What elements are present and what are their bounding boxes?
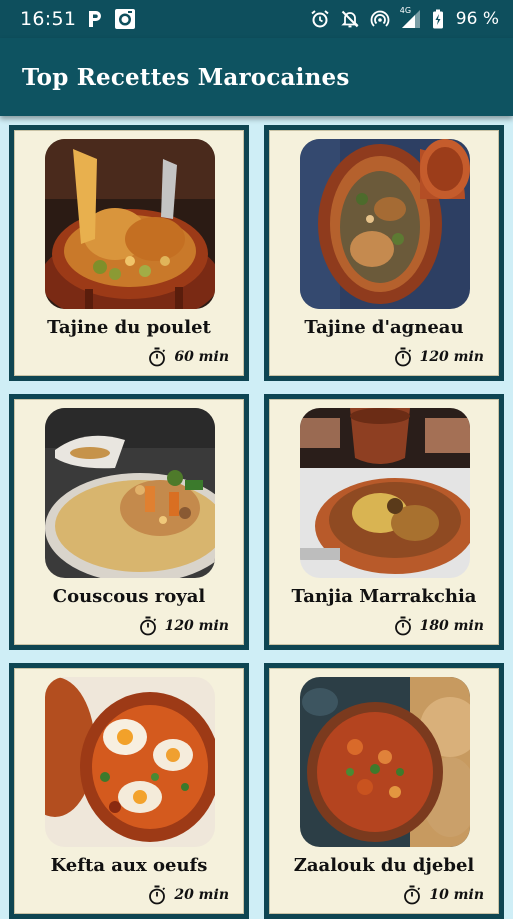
recipe-time: 180 min	[394, 616, 484, 636]
recipe-card-body: Tajine d'agneau 120 min	[269, 130, 499, 376]
recipe-card-body: Tanjia Marrakchia 180 min	[269, 399, 499, 645]
hotspot-icon	[370, 9, 390, 29]
recipe-time: 120 min	[394, 347, 484, 367]
recipe-time: 20 min	[148, 885, 229, 905]
recipe-image-zaalouk	[300, 677, 470, 847]
recipe-image-lamb-tagine	[300, 139, 470, 309]
stopwatch-icon	[148, 885, 166, 905]
recipe-card-body: Zaalouk du djebel 10 min	[269, 668, 499, 914]
stopwatch-icon	[403, 885, 421, 905]
recipe-title: Tajine du poulet	[47, 317, 211, 338]
recipe-duration: 20 min	[174, 887, 229, 903]
recipe-title: Tanjia Marrakchia	[291, 586, 477, 607]
stopwatch-icon	[394, 347, 412, 367]
parking-p-icon	[86, 9, 104, 29]
recipe-card-couscous-royal[interactable]: Couscous royal 120 min	[9, 394, 249, 650]
recipe-card-tajine-poulet[interactable]: Tajine du poulet 60 min	[9, 125, 249, 381]
battery-percent: 96 %	[455, 9, 499, 29]
signal-4g-icon: 4G	[399, 6, 422, 30]
stopwatch-icon	[139, 616, 157, 636]
app-bar: Top Recettes Marocaines	[0, 38, 513, 116]
recipe-card-tanjia[interactable]: Tanjia Marrakchia 180 min	[264, 394, 504, 650]
recipe-card-body: Couscous royal 120 min	[14, 399, 244, 645]
stopwatch-icon	[394, 616, 412, 636]
recipe-card-body: Kefta aux oeufs 20 min	[14, 668, 244, 914]
stopwatch-icon	[148, 347, 166, 367]
recipe-time: 10 min	[403, 885, 484, 905]
recipe-image-tanjia	[300, 408, 470, 578]
recipe-image-couscous	[45, 408, 215, 578]
recipe-title: Zaalouk du djebel	[293, 855, 475, 876]
status-bar: 16:51 4G 96 %	[0, 0, 513, 38]
recipe-duration: 120 min	[419, 349, 484, 365]
recipe-image-kefta-eggs	[45, 677, 215, 847]
alarm-icon	[310, 9, 330, 29]
recipe-time: 60 min	[148, 347, 229, 367]
recipe-duration: 180 min	[419, 618, 484, 634]
app-title: Top Recettes Marocaines	[22, 63, 350, 91]
recipe-card-zaalouk[interactable]: Zaalouk du djebel 10 min	[264, 663, 504, 919]
recipe-title: Kefta aux oeufs	[50, 855, 208, 876]
recipe-card-body: Tajine du poulet 60 min	[14, 130, 244, 376]
recipe-title: Tajine d'agneau	[304, 317, 464, 338]
recipe-title: Couscous royal	[52, 586, 206, 607]
recipe-time: 120 min	[139, 616, 229, 636]
camera-icon	[114, 8, 136, 30]
battery-icon	[432, 9, 444, 29]
recipe-duration: 10 min	[429, 887, 484, 903]
network-type-label: 4G	[399, 6, 412, 15]
recipe-duration: 60 min	[174, 349, 229, 365]
status-time: 16:51	[20, 8, 77, 30]
recipe-card-tajine-agneau[interactable]: Tajine d'agneau 120 min	[264, 125, 504, 381]
notifications-off-icon	[340, 9, 360, 29]
recipe-grid: Tajine du poulet 60 min Tajine d'agneau …	[0, 116, 513, 919]
recipe-image-chicken-tagine	[45, 139, 215, 309]
recipe-duration: 120 min	[164, 618, 229, 634]
recipe-card-kefta-oeufs[interactable]: Kefta aux oeufs 20 min	[9, 663, 249, 919]
